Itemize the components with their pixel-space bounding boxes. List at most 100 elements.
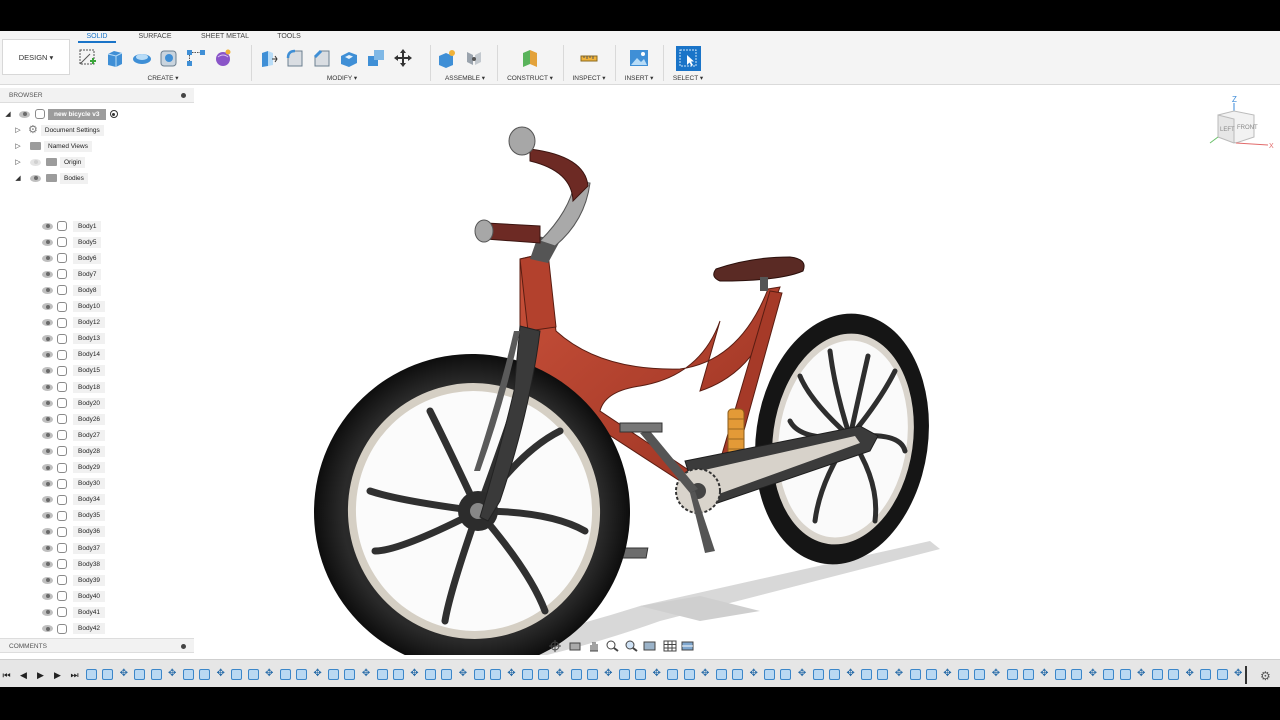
browser-header[interactable]: BROWSER	[0, 88, 194, 103]
timeline-move-feature-icon[interactable]: ✥	[312, 669, 323, 680]
play-icon[interactable]: ▶	[36, 670, 45, 680]
eye-icon[interactable]	[42, 512, 53, 520]
timeline-body-feature-icon[interactable]	[522, 669, 534, 680]
eye-icon[interactable]	[42, 222, 53, 230]
tree-item-named-views[interactable]: ▷ Named Views	[14, 139, 92, 153]
display-settings-icon[interactable]	[643, 640, 659, 652]
body-row[interactable]: Body38	[42, 557, 106, 571]
body-row[interactable]: Body1	[42, 219, 102, 233]
sketch-icon[interactable]	[77, 48, 98, 69]
eye-icon[interactable]	[42, 464, 53, 471]
timeline-body-feature-icon[interactable]	[586, 669, 598, 680]
collapse-caret-icon[interactable]: ◢	[4, 110, 12, 118]
timeline-move-feature-icon[interactable]: ✥	[797, 669, 808, 680]
timeline-marker[interactable]	[1245, 666, 1247, 684]
go-to-end-icon[interactable]: ⏭	[70, 670, 79, 680]
expand-caret-icon[interactable]: ▷	[14, 158, 22, 166]
tree-item-origin[interactable]: ▷ Origin	[14, 155, 86, 169]
select-menu[interactable]: SELECT ▾	[666, 74, 710, 82]
sweep-icon[interactable]	[158, 48, 179, 69]
timeline-body-feature-icon[interactable]	[1022, 669, 1034, 680]
timeline-body-feature-icon[interactable]	[1200, 669, 1212, 680]
timeline-body-feature-icon[interactable]	[392, 669, 404, 680]
timeline-body-feature-icon[interactable]	[828, 669, 840, 680]
fillet-icon[interactable]	[284, 48, 305, 69]
timeline-body-feature-icon[interactable]	[134, 669, 146, 680]
create-menu[interactable]: CREATE ▾	[77, 74, 249, 82]
measure-icon[interactable]	[579, 48, 600, 69]
tree-item-bodies[interactable]: ◢ Bodies	[14, 171, 88, 185]
body-row[interactable]: Body14	[42, 348, 106, 362]
body-row[interactable]: Body10	[42, 300, 106, 314]
timeline-body-feature-icon[interactable]	[1151, 669, 1163, 680]
body-row[interactable]: Body30	[42, 477, 106, 491]
timeline-move-feature-icon[interactable]: ✥	[748, 669, 759, 680]
timeline-body-feature-icon[interactable]	[279, 669, 291, 680]
construct-menu[interactable]: CONSTRUCT ▾	[500, 74, 560, 82]
grid-settings-icon[interactable]	[662, 640, 678, 652]
eye-icon[interactable]	[42, 254, 53, 262]
timeline-move-feature-icon[interactable]: ✥	[167, 669, 178, 680]
timeline-move-feature-icon[interactable]: ✥	[651, 669, 662, 680]
body-row[interactable]: Body18	[42, 380, 106, 394]
joint-icon[interactable]	[463, 48, 484, 69]
timeline-move-feature-icon[interactable]: ✥	[215, 669, 226, 680]
viewports-icon[interactable]	[681, 640, 697, 652]
eye-icon[interactable]	[42, 383, 53, 391]
timeline-body-feature-icon[interactable]	[1103, 669, 1115, 680]
eye-icon[interactable]	[42, 399, 53, 407]
3d-viewport[interactable]	[194, 85, 1280, 655]
body-row[interactable]: Body13	[42, 332, 106, 346]
eye-icon[interactable]	[42, 576, 53, 584]
eye-hidden-icon[interactable]	[30, 158, 41, 166]
body-row[interactable]: Body20	[42, 396, 106, 410]
timeline-body-feature-icon[interactable]	[538, 669, 550, 680]
pattern-icon[interactable]	[185, 48, 206, 69]
step-back-icon[interactable]: ◀	[19, 670, 28, 680]
move-icon[interactable]	[392, 48, 413, 69]
modify-menu[interactable]: MODIFY ▾	[257, 74, 427, 82]
go-to-start-icon[interactable]: ⏮	[2, 670, 11, 680]
collapse-panel-icon[interactable]	[181, 93, 186, 98]
body-row[interactable]: Body26	[42, 412, 106, 426]
timeline-body-feature-icon[interactable]	[780, 669, 792, 680]
assemble-menu[interactable]: ASSEMBLE ▾	[436, 74, 494, 82]
timeline-body-feature-icon[interactable]	[812, 669, 824, 680]
body-row[interactable]: Body7	[42, 267, 102, 281]
body-row[interactable]: Body40	[42, 589, 106, 603]
timeline-move-feature-icon[interactable]: ✥	[1233, 669, 1244, 680]
new-component-icon[interactable]	[436, 48, 457, 69]
tree-root[interactable]: ◢ new bicycle v3	[4, 107, 118, 121]
eye-icon[interactable]	[42, 544, 53, 552]
tab-solid[interactable]: SOLID	[78, 31, 116, 43]
tab-surface[interactable]: SURFACE	[116, 31, 194, 43]
timeline-move-feature-icon[interactable]: ✥	[1136, 669, 1147, 680]
eye-icon[interactable]	[42, 608, 53, 616]
comments-panel[interactable]: COMMENTS	[0, 638, 194, 653]
insert-image-icon[interactable]	[629, 48, 650, 69]
timeline-body-feature-icon[interactable]	[247, 669, 259, 680]
eye-icon[interactable]	[30, 174, 41, 182]
timeline-body-feature-icon[interactable]	[909, 669, 921, 680]
timeline-body-feature-icon[interactable]	[344, 669, 356, 680]
timeline-move-feature-icon[interactable]: ✥	[1087, 669, 1098, 680]
timeline-body-feature-icon[interactable]	[1055, 669, 1066, 680]
body-row[interactable]: Body15	[42, 364, 106, 378]
eye-icon[interactable]	[42, 415, 53, 423]
eye-icon[interactable]	[42, 351, 53, 359]
timeline-body-feature-icon[interactable]	[295, 669, 307, 680]
timeline-body-feature-icon[interactable]	[667, 669, 679, 680]
timeline-body-feature-icon[interactable]	[877, 669, 889, 680]
timeline-move-feature-icon[interactable]: ✥	[457, 669, 468, 680]
timeline-body-feature-icon[interactable]	[328, 669, 340, 680]
activate-radio-icon[interactable]	[109, 110, 118, 118]
eye-icon[interactable]	[42, 431, 53, 439]
body-row[interactable]: Body5	[42, 235, 102, 249]
zoom-icon[interactable]	[605, 640, 621, 652]
front-face-label[interactable]: FRONT	[1237, 125, 1258, 131]
collapse-caret-icon[interactable]: ◢	[14, 174, 22, 182]
viewcube[interactable]: Z LEFT FRONT X	[1206, 93, 1276, 153]
eye-icon[interactable]	[42, 560, 53, 568]
tab-sheet-metal[interactable]: SHEET METAL	[194, 31, 256, 43]
timeline-move-feature-icon[interactable]: ✥	[361, 669, 372, 680]
